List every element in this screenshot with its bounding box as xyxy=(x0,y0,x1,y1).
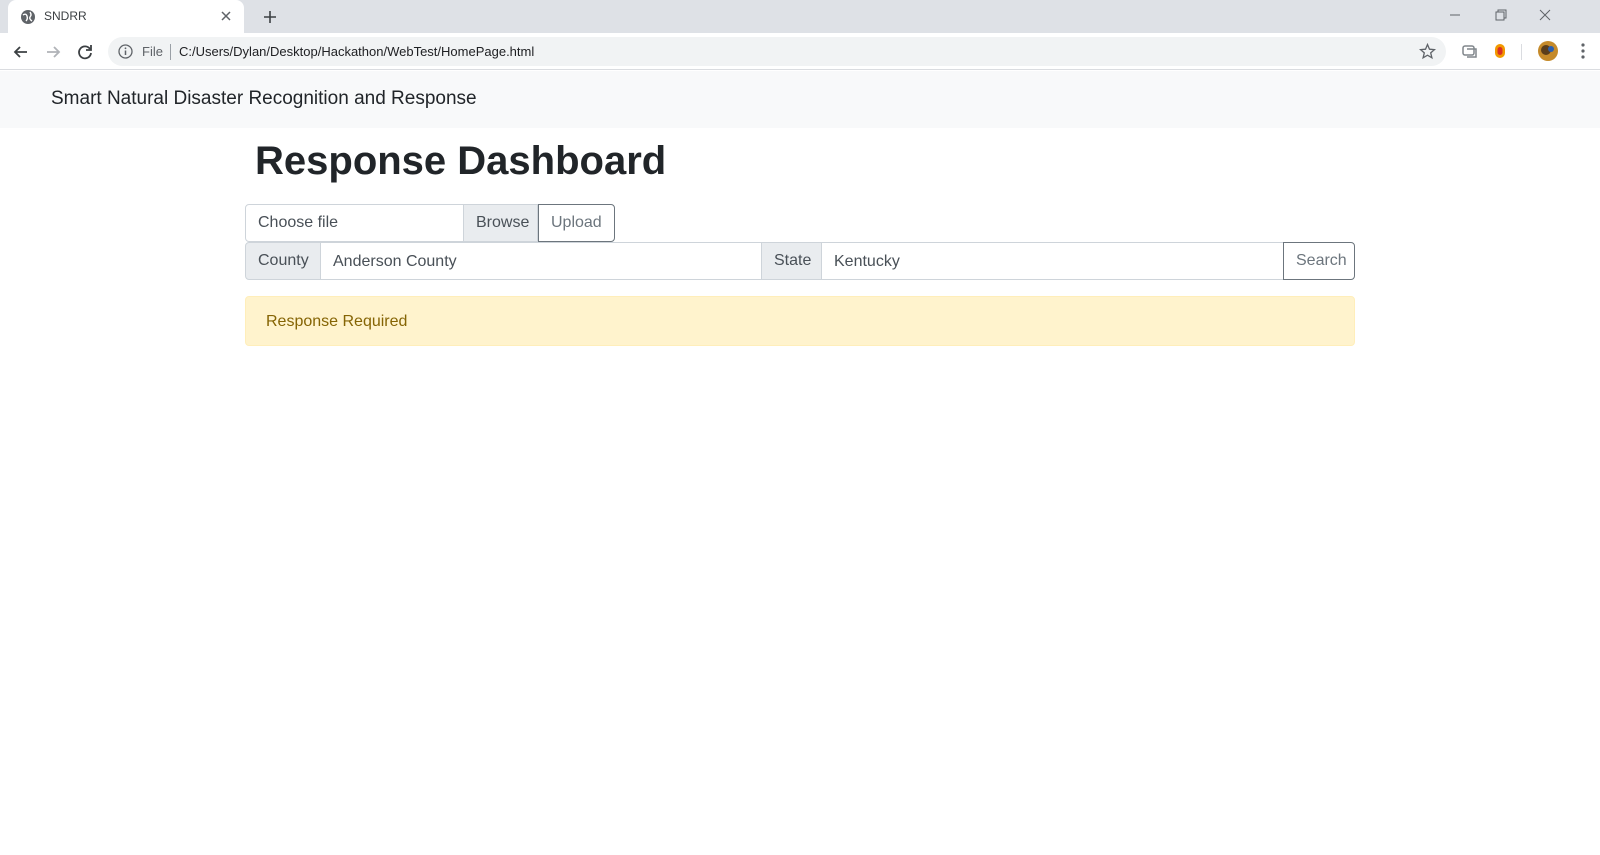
file-placeholder: Choose file xyxy=(258,214,339,231)
url-text[interactable]: C:/Users/Dylan/Desktop/Hackathon/WebTest… xyxy=(179,44,534,59)
state-label: State xyxy=(761,242,822,280)
globe-icon xyxy=(21,10,35,24)
url-scheme-label: File xyxy=(142,44,163,59)
browser-toolbar: File C:/Users/Dylan/Desktop/Hackathon/We… xyxy=(0,33,1600,70)
menu-kebab-icon[interactable] xyxy=(1573,41,1593,61)
address-bar[interactable]: File C:/Users/Dylan/Desktop/Hackathon/We… xyxy=(108,37,1446,66)
new-tab-icon[interactable] xyxy=(260,7,280,27)
location-search-group: County Anderson County State Kentucky Se… xyxy=(245,242,1355,280)
browser-tab[interactable]: SNDRR xyxy=(8,0,244,33)
browser-tab-bar: SNDRR xyxy=(0,0,1600,33)
state-input[interactable]: Kentucky xyxy=(821,242,1284,280)
back-icon[interactable] xyxy=(10,41,32,63)
upload-button[interactable]: Upload xyxy=(538,204,615,242)
address-separator xyxy=(170,44,171,60)
page-title: Response Dashboard xyxy=(255,139,667,183)
tab-title: SNDRR xyxy=(44,9,87,23)
toolbar-divider xyxy=(1521,44,1522,60)
close-icon[interactable] xyxy=(218,8,234,24)
restore-icon[interactable] xyxy=(1487,4,1513,26)
profile-avatar-icon[interactable] xyxy=(1537,40,1559,62)
forward-icon[interactable] xyxy=(42,41,64,63)
extension-icon[interactable] xyxy=(1460,41,1480,61)
response-alert: Response Required xyxy=(245,296,1355,346)
extension-badge-icon[interactable] xyxy=(1490,41,1510,61)
minimize-icon[interactable] xyxy=(1442,4,1468,26)
bookmark-star-icon[interactable] xyxy=(1419,43,1436,60)
info-icon[interactable] xyxy=(118,44,133,59)
browse-button[interactable]: Browse xyxy=(463,204,538,242)
navbar-brand[interactable]: Smart Natural Disaster Recognition and R… xyxy=(51,88,477,110)
window-close-icon[interactable] xyxy=(1532,4,1558,26)
site-navbar: Smart Natural Disaster Recognition and R… xyxy=(0,71,1600,128)
search-button[interactable]: Search xyxy=(1283,242,1355,280)
reload-icon[interactable] xyxy=(74,41,96,63)
county-input[interactable]: Anderson County xyxy=(320,242,762,280)
county-label: County xyxy=(245,242,321,280)
